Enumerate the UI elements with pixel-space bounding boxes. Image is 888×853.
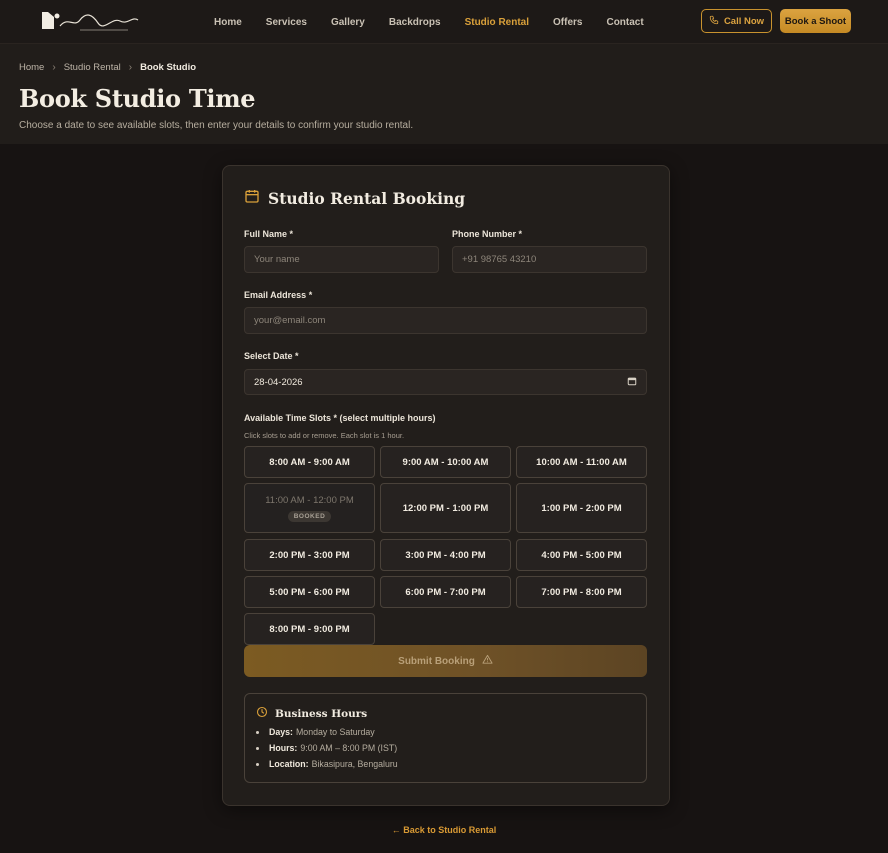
- calendar-icon: [244, 188, 260, 208]
- business-hours-title-text: Business Hours: [275, 707, 368, 720]
- time-slot[interactable]: 5:00 PM - 6:00 PM: [244, 576, 375, 608]
- bullet: [256, 746, 259, 750]
- breadcrumb-current: Book Studio: [140, 62, 197, 73]
- main-nav: Home Services Gallery Backdrops Studio R…: [214, 0, 668, 44]
- submit-booking-label: Submit Booking: [398, 655, 475, 667]
- time-slot-label: 6:00 PM - 7:00 PM: [405, 586, 486, 598]
- time-slot-label: 7:00 PM - 8:00 PM: [541, 586, 622, 598]
- top-navigation-bar: Home Services Gallery Backdrops Studio R…: [0, 0, 888, 44]
- clock-icon: [256, 706, 268, 721]
- time-slots-label: Available Time Slots * (select multiple …: [244, 413, 436, 423]
- nav-offers[interactable]: Offers: [553, 17, 582, 28]
- phone-icon: [709, 15, 719, 28]
- time-slot[interactable]: 8:00 PM - 9:00 PM: [244, 613, 375, 645]
- time-slot-label: 12:00 PM - 1:00 PM: [402, 502, 489, 514]
- nav-backdrops[interactable]: Backdrops: [389, 17, 441, 28]
- hours-value: 9:00 AM – 8:00 PM (IST): [300, 743, 398, 753]
- business-hours-location: Location: Bikasipura, Bengaluru: [256, 759, 398, 769]
- bullet: [256, 730, 259, 734]
- booking-form-title-text: Studio Rental Booking: [268, 188, 466, 208]
- business-hours-days: Days: Monday to Saturday: [256, 727, 375, 737]
- page-title: Book Studio Time: [19, 84, 256, 113]
- time-slot-label: 11:00 AM - 12:00 PM: [265, 494, 354, 506]
- time-slot-label: 8:00 PM - 9:00 PM: [269, 623, 350, 635]
- phone-label: Phone Number *: [452, 229, 523, 239]
- chevron-right-icon: ›: [128, 62, 133, 73]
- time-slot[interactable]: 1:00 PM - 2:00 PM: [516, 483, 647, 533]
- warning-icon: [482, 654, 493, 668]
- brand-logo[interactable]: [40, 8, 144, 36]
- breadcrumb-home[interactable]: Home: [19, 62, 44, 73]
- days-value: Monday to Saturday: [295, 727, 375, 737]
- time-slot-label: 9:00 AM - 10:00 AM: [402, 456, 489, 468]
- back-to-studio-rental-link[interactable]: ← Back to Studio Rental: [0, 825, 888, 835]
- time-slot[interactable]: 10:00 AM - 11:00 AM: [516, 446, 647, 478]
- full-name-input[interactable]: [244, 246, 439, 273]
- email-input[interactable]: [244, 307, 647, 334]
- time-slots-hint: Click slots to add or remove. Each slot …: [244, 431, 405, 440]
- breadcrumb-studio-rental[interactable]: Studio Rental: [64, 62, 121, 73]
- booked-badge: BOOKED: [287, 510, 332, 522]
- time-slot[interactable]: 12:00 PM - 1:00 PM: [380, 483, 511, 533]
- business-hours-title: Business Hours: [256, 706, 367, 721]
- book-a-shoot-button[interactable]: Book a Shoot: [780, 9, 851, 33]
- page-subtitle: Choose a date to see available slots, th…: [19, 120, 414, 131]
- call-now-button[interactable]: Call Now: [701, 9, 772, 33]
- time-slot[interactable]: 8:00 AM - 9:00 AM: [244, 446, 375, 478]
- date-label: Select Date *: [244, 351, 299, 361]
- time-slot-label: 3:00 PM - 4:00 PM: [405, 549, 486, 561]
- time-slot[interactable]: 6:00 PM - 7:00 PM: [380, 576, 511, 608]
- time-slot-label: 8:00 AM - 9:00 AM: [269, 456, 350, 468]
- time-slot-booked: 11:00 AM - 12:00 PM BOOKED: [244, 483, 375, 533]
- time-slot[interactable]: 9:00 AM - 10:00 AM: [380, 446, 511, 478]
- time-slot-label: 5:00 PM - 6:00 PM: [269, 586, 350, 598]
- phone-input[interactable]: [452, 246, 647, 273]
- time-slot-label: 1:00 PM - 2:00 PM: [541, 502, 622, 514]
- booking-form-title: Studio Rental Booking: [244, 188, 465, 208]
- nav-services[interactable]: Services: [266, 17, 307, 28]
- chevron-right-icon: ›: [52, 62, 56, 73]
- email-label: Email Address *: [244, 290, 313, 300]
- time-slot[interactable]: 3:00 PM - 4:00 PM: [380, 539, 511, 571]
- calendar-picker-icon[interactable]: [627, 376, 637, 389]
- nav-contact[interactable]: Contact: [606, 17, 643, 28]
- hours-key: Hours:: [269, 743, 298, 753]
- full-name-label: Full Name *: [244, 229, 294, 239]
- time-slot-label: 4:00 PM - 5:00 PM: [541, 549, 622, 561]
- location-key: Location:: [269, 759, 309, 769]
- bullet: [256, 762, 259, 766]
- date-value: 28-04-2026: [254, 376, 303, 388]
- nav-home[interactable]: Home: [214, 17, 242, 28]
- breadcrumb: Home › Studio Rental › Book Studio: [19, 62, 196, 73]
- time-slot[interactable]: 7:00 PM - 8:00 PM: [516, 576, 647, 608]
- location-value: Bikasipura, Bengaluru: [311, 759, 398, 769]
- nav-gallery[interactable]: Gallery: [331, 17, 365, 28]
- time-slot[interactable]: 2:00 PM - 3:00 PM: [244, 539, 375, 571]
- business-hours-hours: Hours: 9:00 AM – 8:00 PM (IST): [256, 743, 397, 753]
- days-key: Days:: [269, 727, 293, 737]
- time-slot[interactable]: 4:00 PM - 5:00 PM: [516, 539, 647, 571]
- nav-studio-rental[interactable]: Studio Rental: [465, 17, 529, 28]
- submit-booking-button[interactable]: Submit Booking: [244, 645, 647, 677]
- time-slot-label: 2:00 PM - 3:00 PM: [269, 549, 350, 561]
- call-now-label: Call Now: [723, 15, 765, 27]
- date-picker-input[interactable]: 28-04-2026: [244, 369, 647, 395]
- time-slot-label: 10:00 AM - 11:00 AM: [536, 456, 627, 468]
